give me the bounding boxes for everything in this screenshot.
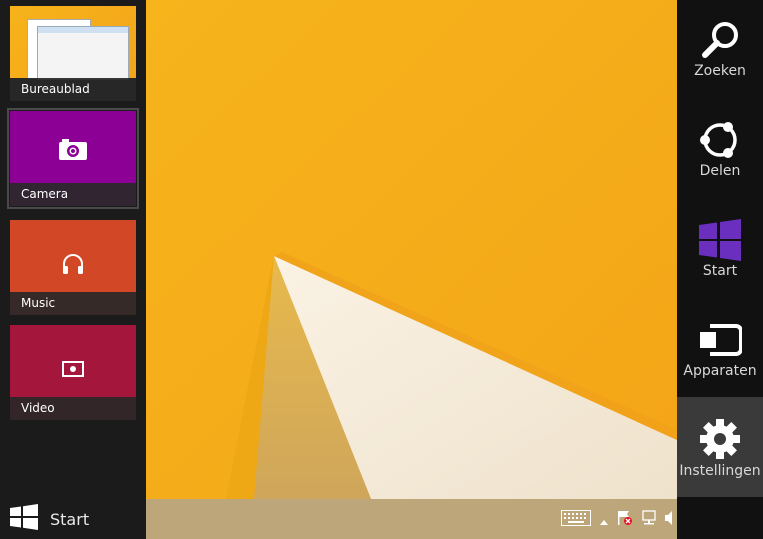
charm-label: Start [702, 263, 738, 279]
tile-label: Music [10, 292, 136, 315]
charm-label: Instellingen [679, 463, 761, 479]
charm-search[interactable]: Zoeken [677, 0, 763, 100]
windows-logo-icon [10, 504, 38, 534]
devices-icon [698, 318, 743, 362]
desktop-wallpaper [146, 0, 677, 499]
gear-icon [698, 417, 742, 461]
charm-label: Delen [699, 163, 741, 179]
taskbar [146, 499, 677, 539]
charm-label: Zoeken [694, 63, 746, 79]
tile-music[interactable]: Music [10, 220, 136, 315]
windows-logo-icon [698, 218, 742, 262]
thumbnail-window [37, 26, 129, 80]
system-tray [561, 509, 677, 531]
tile-label: Video [10, 397, 136, 420]
charm-share[interactable]: Delen [677, 100, 763, 200]
volume-icon[interactable] [665, 510, 675, 530]
charm-devices[interactable]: Apparaten [677, 300, 763, 400]
video-icon [62, 361, 84, 381]
camera-icon [58, 137, 88, 165]
tile-camera[interactable]: Camera [7, 108, 139, 209]
app-switcher-panel: Bureaublad Camera Music Video Start [0, 0, 146, 539]
tile-bureaublad[interactable]: Bureaublad [10, 6, 136, 101]
charms-bar: Zoeken Delen Start Apparaten Instellinge… [677, 0, 763, 539]
charm-label: Apparaten [683, 363, 757, 379]
headphones-icon [61, 253, 85, 279]
keyboard-icon[interactable] [561, 510, 591, 530]
start-button[interactable]: Start [10, 504, 89, 534]
tile-label: Bureaublad [10, 78, 136, 101]
tile-video[interactable]: Video [10, 325, 136, 420]
desktop-thumbnail [10, 6, 136, 80]
network-icon[interactable] [641, 510, 657, 530]
start-label: Start [50, 509, 90, 529]
charm-settings[interactable]: Instellingen [677, 397, 763, 497]
tile-label: Camera [10, 183, 136, 206]
chevron-up-icon[interactable] [599, 511, 609, 530]
action-center-flag-icon[interactable] [617, 510, 633, 530]
share-icon [698, 118, 742, 162]
wallpaper-graphic [146, 0, 677, 499]
charm-start[interactable]: Start [677, 200, 763, 300]
search-icon [698, 18, 742, 62]
